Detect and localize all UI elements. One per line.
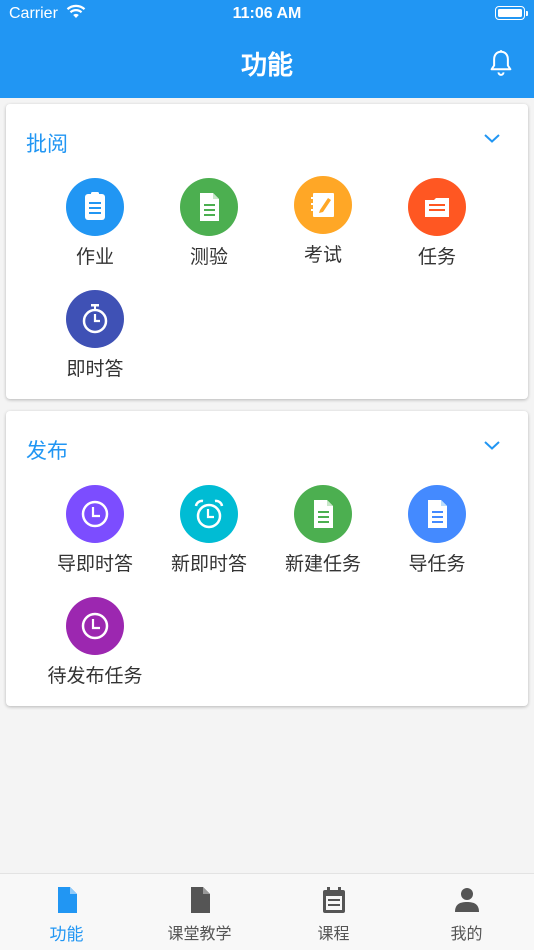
clipboard-icon <box>66 178 124 236</box>
tab-label: 我的 <box>450 924 483 943</box>
stopwatch-icon <box>66 290 124 348</box>
item-label: 导任务 <box>408 553 466 575</box>
tab-courses[interactable]: 课程 <box>267 874 400 950</box>
tab-profile[interactable]: 我的 <box>400 874 533 950</box>
item-pending-tasks[interactable]: 待发布任务 <box>38 597 152 688</box>
document-icon <box>408 485 466 543</box>
document-icon <box>180 178 238 236</box>
calendar-icon <box>322 887 345 913</box>
file-icon <box>190 887 210 913</box>
pen-notebook-icon <box>294 176 352 234</box>
section-title: 发布 <box>26 439 68 463</box>
clock-icon <box>66 485 124 543</box>
item-label: 新即时答 <box>170 553 247 575</box>
tab-label: 课程 <box>317 924 350 943</box>
document-icon <box>294 485 352 543</box>
item-import-instant-answer[interactable]: 导即时答 <box>38 485 152 576</box>
tab-classroom[interactable]: 课堂教学 <box>133 874 266 950</box>
tab-bar: 功能 课堂教学 课程 我的 <box>0 873 534 950</box>
person-icon <box>454 888 479 912</box>
status-bar: Carrier 11:06 AM <box>0 0 534 28</box>
file-icon <box>57 887 77 913</box>
section-publish: 发布 导即时答 新即时答 新建任务 导任务 待发布任务 <box>6 411 528 706</box>
item-instant-answer[interactable]: 即时答 <box>38 290 152 381</box>
bell-icon[interactable] <box>486 48 516 78</box>
battery-icon <box>495 6 528 20</box>
item-label: 即时答 <box>66 358 124 380</box>
page-title: 功能 <box>240 51 293 81</box>
section-title: 批阅 <box>26 132 68 156</box>
item-new-instant-answer[interactable]: 新即时答 <box>152 485 266 576</box>
item-quiz[interactable]: 测验 <box>152 178 266 269</box>
item-label: 待发布任务 <box>47 665 143 687</box>
item-label: 任务 <box>417 246 456 268</box>
status-time: 11:06 AM <box>232 5 302 22</box>
tab-functions[interactable]: 功能 <box>0 874 133 950</box>
tab-label: 课堂教学 <box>167 924 232 943</box>
item-task[interactable]: 任务 <box>380 178 494 269</box>
tab-label: 功能 <box>49 925 84 945</box>
item-import-task[interactable]: 导任务 <box>380 485 494 576</box>
item-label: 测验 <box>189 246 228 268</box>
item-new-task[interactable]: 新建任务 <box>266 485 380 576</box>
item-label: 作业 <box>75 246 114 268</box>
clock-icon <box>66 597 124 655</box>
section-review: 批阅 作业 测验 考试 任务 即时答 <box>6 104 528 399</box>
item-label: 导即时答 <box>56 553 133 575</box>
app-header: Carrier 11:06 AM 功能 <box>0 0 534 98</box>
folder-icon <box>408 178 466 236</box>
chevron-down-icon[interactable] <box>483 439 501 451</box>
alarm-clock-icon <box>180 485 238 543</box>
chevron-down-icon[interactable] <box>483 132 501 144</box>
item-homework[interactable]: 作业 <box>38 178 152 269</box>
item-label: 考试 <box>303 244 342 266</box>
item-label: 新建任务 <box>284 553 361 575</box>
item-exam[interactable]: 考试 <box>266 176 380 267</box>
